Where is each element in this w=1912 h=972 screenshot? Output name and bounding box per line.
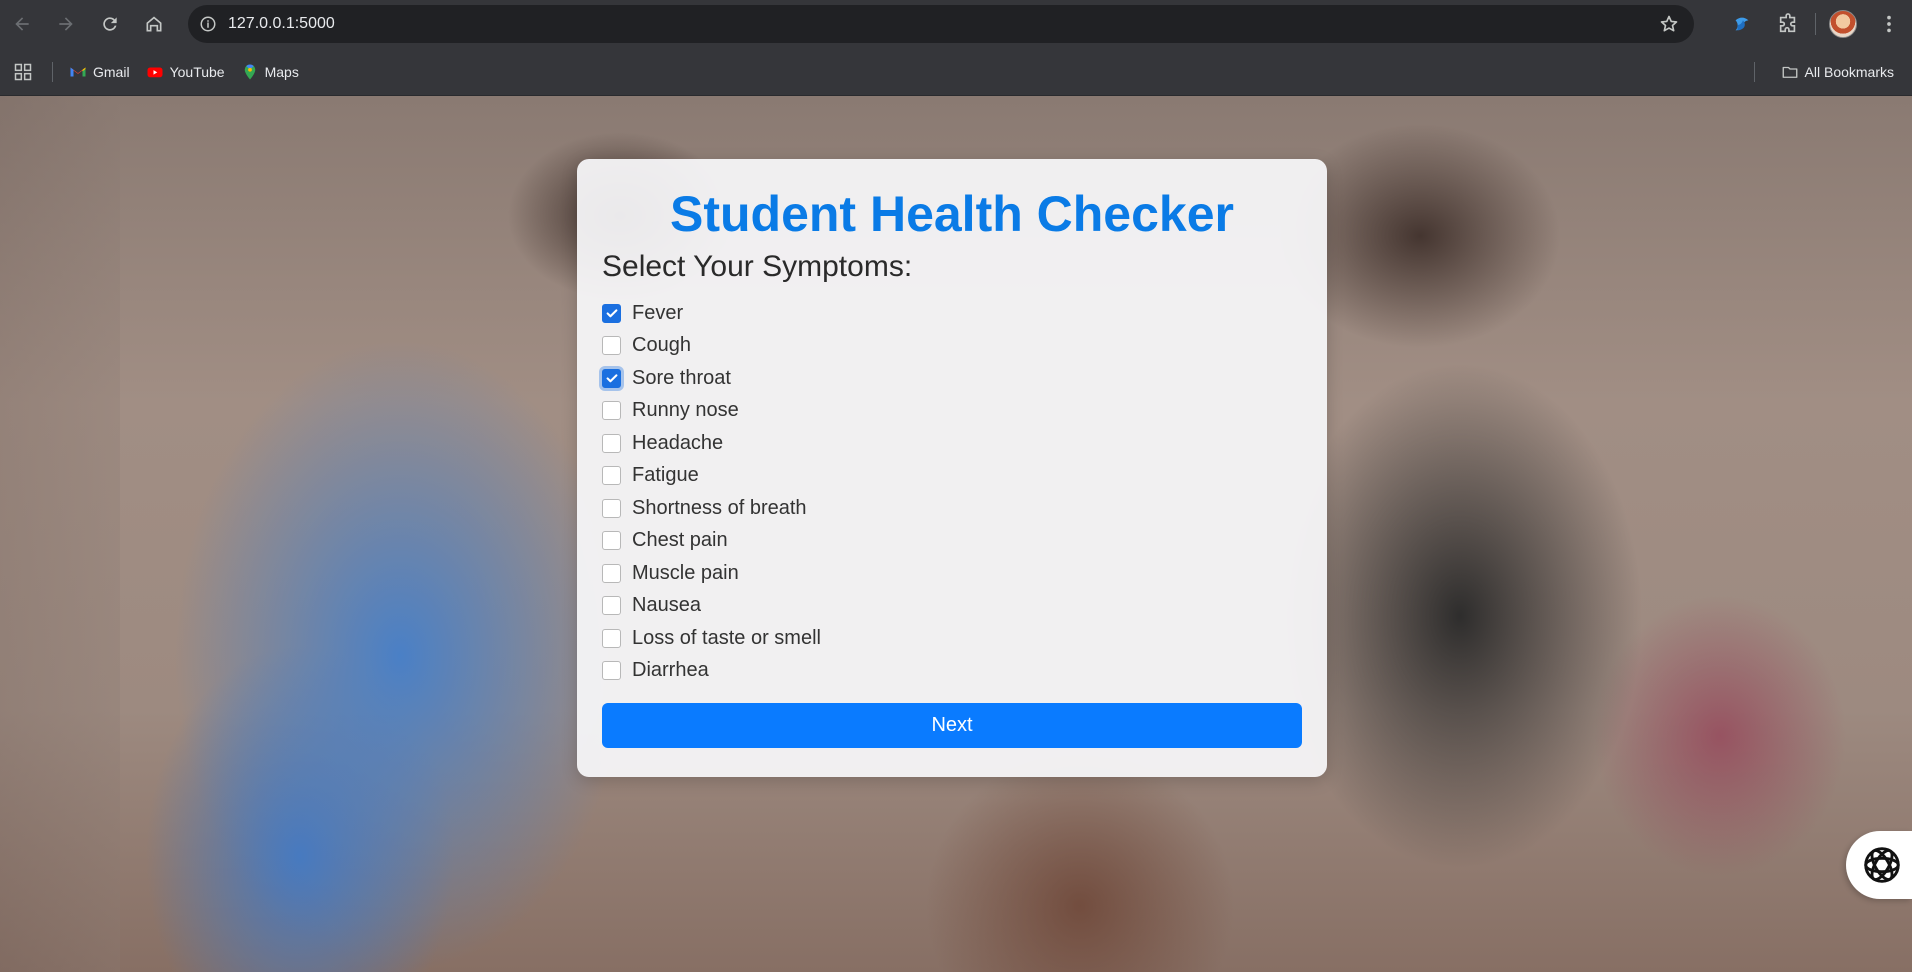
maps-icon <box>241 63 259 81</box>
forward-button[interactable] <box>44 0 88 48</box>
symptom-label: Cough <box>632 334 691 357</box>
bookmark-label: Gmail <box>93 63 130 80</box>
symptom-row[interactable]: Diarrhea <box>602 655 1302 688</box>
symptom-checkbox[interactable] <box>602 401 621 421</box>
symptom-checkbox[interactable] <box>602 628 621 648</box>
bookmark-label: Maps <box>264 63 299 80</box>
bookmark-label: YouTube <box>169 63 225 80</box>
page-title: Student Health Checker <box>669 186 1234 242</box>
all-bookmarks-label: All Bookmarks <box>1804 64 1894 80</box>
symptom-label: Shortness of breath <box>632 496 807 519</box>
symptom-label: Chest pain <box>632 529 728 552</box>
symptom-row[interactable]: Nausea <box>602 590 1302 623</box>
back-button[interactable] <box>0 0 44 48</box>
symptoms-heading: Select Your Symptoms: <box>602 250 913 283</box>
symptom-row[interactable]: Chest pain <box>602 525 1302 558</box>
symptom-label: Muscle pain <box>632 561 739 584</box>
gmail-icon <box>69 63 87 81</box>
forward-arrow-icon <box>59 17 73 31</box>
symptom-label: Runny nose <box>632 399 739 422</box>
bookmark-maps[interactable]: Maps <box>233 56 307 88</box>
symptom-label: Nausea <box>632 594 701 617</box>
apps-grid-icon[interactable] <box>0 48 46 96</box>
page-viewport: Student Health Checker Select Your Sympt… <box>0 96 1912 972</box>
symptom-row[interactable]: Fatigue <box>602 460 1302 493</box>
symptom-checkbox[interactable] <box>602 466 621 486</box>
youtube-icon <box>146 63 164 81</box>
bookmarks-divider <box>1753 62 1755 82</box>
back-arrow-icon <box>15 17 29 31</box>
symptom-row[interactable]: Loss of taste or smell <box>602 622 1302 655</box>
menu-button[interactable] <box>1866 0 1912 48</box>
bookmarks-divider <box>52 61 53 82</box>
symptom-form-card: Student Health Checker Select Your Sympt… <box>577 159 1327 777</box>
symptom-label: Sore throat <box>632 366 731 389</box>
bookmark-star-icon[interactable] <box>1654 5 1684 43</box>
symptom-checkbox[interactable] <box>602 303 621 323</box>
next-button[interactable]: Next <box>602 703 1302 748</box>
reload-button[interactable] <box>88 0 132 48</box>
toolbar-separator <box>1815 13 1816 35</box>
checkmark-icon <box>606 309 617 318</box>
symptom-label: Fatigue <box>632 464 699 487</box>
all-bookmarks-button[interactable]: All Bookmarks <box>1773 56 1902 88</box>
symptom-checkbox[interactable] <box>602 563 621 583</box>
symptom-row[interactable]: Sore throat <box>602 362 1302 395</box>
symptom-list: Fever Cough Sore throat Runny nose Headache F… <box>602 297 1302 687</box>
symptom-row[interactable]: Runny nose <box>602 395 1302 428</box>
symptom-label: Loss of taste or smell <box>632 626 821 649</box>
symptom-row[interactable]: Headache <box>602 427 1302 460</box>
extension-app-icon[interactable] <box>1719 0 1765 48</box>
extensions-puzzle-icon[interactable] <box>1765 0 1811 48</box>
symptom-checkbox[interactable] <box>602 596 621 616</box>
home-icon <box>146 16 162 32</box>
symptom-label: Fever <box>632 301 684 324</box>
symptom-row[interactable]: Muscle pain <box>602 557 1302 590</box>
symptom-checkbox[interactable] <box>602 531 621 551</box>
symptom-row[interactable]: Fever <box>602 297 1302 330</box>
symptom-label: Diarrhea <box>632 659 709 682</box>
home-button[interactable] <box>132 0 176 48</box>
folder-icon <box>1781 63 1799 81</box>
symptom-row[interactable]: Cough <box>602 330 1302 363</box>
symptom-checkbox[interactable] <box>602 336 621 356</box>
bookmark-youtube[interactable]: YouTube <box>138 56 233 88</box>
checkmark-icon <box>606 374 617 383</box>
symptom-row[interactable]: Shortness of breath <box>602 492 1302 525</box>
profile-avatar[interactable] <box>1820 0 1866 48</box>
kebab-menu-icon <box>1887 15 1891 33</box>
symptom-checkbox[interactable] <box>602 661 621 681</box>
site-info-icon[interactable] <box>188 5 228 43</box>
address-bar[interactable]: 127.0.0.1:5000 <box>188 5 1694 43</box>
url-text: 127.0.0.1:5000 <box>228 15 335 32</box>
background-photo <box>0 96 120 972</box>
avatar <box>1829 10 1857 38</box>
symptom-label: Headache <box>632 431 724 454</box>
bookmarks-bar: Gmail YouTube Maps All Bookmarks <box>0 48 1912 96</box>
symptom-checkbox[interactable] <box>602 498 621 518</box>
openai-logo-icon <box>1864 847 1900 883</box>
reload-icon <box>103 17 117 31</box>
symptom-checkbox[interactable] <box>602 433 621 453</box>
assistant-widget-button[interactable] <box>1846 831 1912 899</box>
bookmark-gmail[interactable]: Gmail <box>61 56 138 88</box>
symptom-checkbox[interactable] <box>602 368 621 388</box>
browser-toolbar: 127.0.0.1:5000 <box>0 0 1912 48</box>
